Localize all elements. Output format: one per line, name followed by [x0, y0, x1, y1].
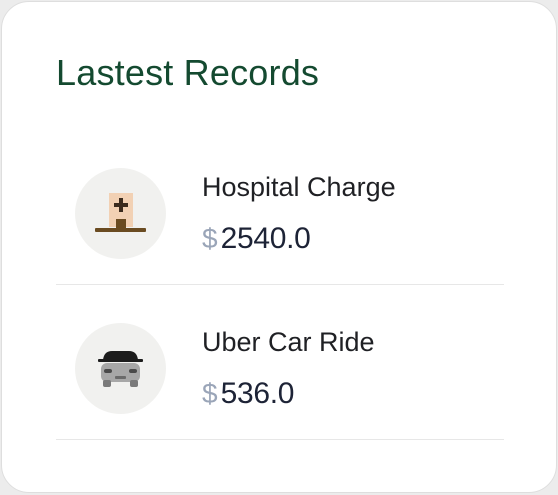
card-title: Lastest Records	[56, 52, 320, 93]
car-icon	[98, 351, 143, 387]
amount-value: 536.0	[220, 377, 295, 410]
record-name: Uber Car Ride	[202, 327, 375, 357]
record-item-hospital[interactable]: Hospital Charge $2540.0	[56, 130, 504, 285]
hospital-icon	[95, 193, 146, 232]
record-icon-container	[75, 323, 166, 414]
record-amount: $536.0	[202, 377, 294, 416]
currency-symbol: $	[202, 223, 218, 254]
latest-records-card: Lastest Records Hospital Charge $2540.0	[1, 1, 557, 493]
amount-value: 2540.0	[220, 222, 311, 255]
currency-symbol: $	[202, 378, 218, 409]
record-name: Hospital Charge	[202, 172, 396, 202]
record-item-uber[interactable]: Uber Car Ride $536.0	[56, 285, 504, 440]
record-icon-container	[75, 168, 166, 259]
record-amount: $2540.0	[202, 222, 311, 261]
